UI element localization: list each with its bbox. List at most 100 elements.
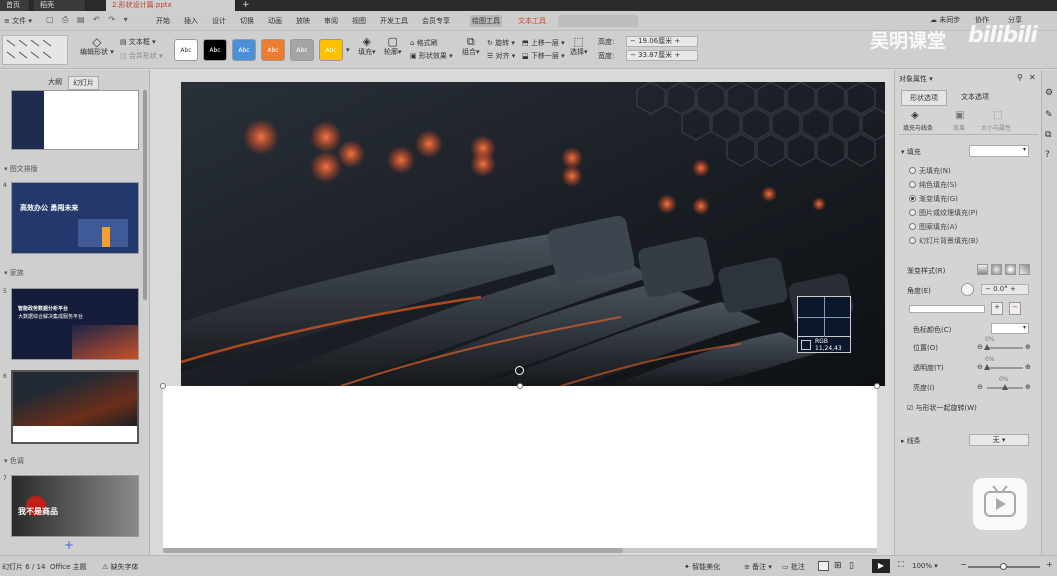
- menu-item-member[interactable]: 会员专享: [420, 15, 452, 27]
- menu-item-slideshow[interactable]: 放映: [294, 15, 312, 27]
- brightness-slider-knob[interactable]: [1002, 384, 1008, 390]
- zoom-out-button[interactable]: −: [960, 560, 967, 569]
- line-style-dropdown[interactable]: 无 ▾: [969, 434, 1029, 446]
- help-icon[interactable]: ?: [1045, 150, 1050, 160]
- height-input[interactable]: − 19.06厘米 +: [626, 36, 698, 47]
- gradient-radial-button[interactable]: [991, 264, 1002, 275]
- radio-no-fill[interactable]: 无填充(N): [909, 166, 951, 176]
- copy-icon[interactable]: ⧉: [1045, 130, 1051, 140]
- resize-handle-top-right[interactable]: [874, 383, 880, 389]
- section-header-layout[interactable]: ▾ 图文排版: [4, 164, 38, 174]
- shape-gallery[interactable]: [2, 35, 68, 65]
- tab-shape-options[interactable]: 形状选项: [901, 90, 947, 106]
- stop-color-dropdown[interactable]: ▾: [991, 323, 1029, 334]
- pin-icon[interactable]: ✎: [1045, 110, 1053, 120]
- select-button[interactable]: ⬚ 选择▾: [570, 36, 588, 57]
- menu-item-start[interactable]: 开始: [154, 15, 172, 27]
- tab-outline[interactable]: 大纲: [44, 76, 66, 88]
- brightness-slider[interactable]: [987, 384, 1023, 390]
- line-section-header[interactable]: ▸ 线条: [901, 436, 921, 446]
- add-slide-button[interactable]: +: [64, 538, 74, 552]
- group-button[interactable]: ⧉ 组合▾: [462, 36, 480, 57]
- style-swatch-orange[interactable]: Abc: [261, 39, 285, 61]
- file-menu[interactable]: ≡ 文件 ▾: [2, 15, 34, 27]
- rotate-button[interactable]: ↻ 旋转 ▾: [487, 38, 515, 48]
- position-increase-button[interactable]: ⊕: [1025, 343, 1031, 351]
- gradient-bar[interactable]: [909, 305, 985, 313]
- tab-slides[interactable]: 幻灯片: [68, 76, 99, 90]
- textbox-button[interactable]: ▤ 文本框 ▾: [120, 37, 156, 47]
- slide-thumbnail-3[interactable]: [11, 90, 139, 150]
- panel-pin-icon[interactable]: ⚲: [1017, 73, 1023, 82]
- rotate-handle-icon[interactable]: [515, 366, 524, 375]
- shape-effect-button[interactable]: ▣ 形状效果 ▾: [410, 51, 453, 61]
- fill-button[interactable]: ◈ 填充▾: [358, 36, 376, 57]
- transparency-decrease-button[interactable]: ⊖: [977, 363, 983, 371]
- menu-item-animation[interactable]: 动画: [266, 15, 284, 27]
- style-swatch-blue[interactable]: Abc: [232, 39, 256, 61]
- brightness-decrease-button[interactable]: ⊖: [977, 383, 983, 391]
- style-gallery-more[interactable]: ▾: [346, 45, 350, 55]
- tab-document[interactable]: 2.形状设计篇.pptx: [106, 0, 236, 11]
- normal-view-icon[interactable]: [818, 561, 829, 571]
- position-slider[interactable]: [984, 344, 1023, 350]
- menu-item-transition[interactable]: 切换: [238, 15, 256, 27]
- angle-input[interactable]: − 0.0° +: [981, 284, 1029, 295]
- tab-home[interactable]: 首页: [0, 0, 30, 11]
- style-swatch-black[interactable]: Abc: [203, 39, 227, 61]
- resize-handle-top-left[interactable]: [160, 383, 166, 389]
- properties-icon[interactable]: ⚙: [1045, 88, 1053, 98]
- zoom-level[interactable]: 100% ▾: [912, 562, 938, 570]
- style-swatch-gray[interactable]: Abc: [290, 39, 314, 61]
- radio-picture-fill[interactable]: 图片或纹理填充(P): [909, 208, 978, 218]
- scrollbar-thumb[interactable]: [163, 548, 623, 553]
- width-input[interactable]: − 33.87厘米 +: [626, 50, 698, 61]
- menu-item-design[interactable]: 设计: [210, 15, 228, 27]
- fill-section-header[interactable]: ▾ 填充: [901, 147, 921, 157]
- theme-name[interactable]: Office 主题: [50, 562, 87, 572]
- tab-docer[interactable]: 稻壳: [34, 0, 86, 11]
- section-header-tone[interactable]: ▾ 色调: [4, 456, 24, 466]
- canvas-horizontal-scrollbar[interactable]: [163, 548, 877, 553]
- tab-text-options[interactable]: 文本选项: [961, 92, 989, 102]
- brightness-increase-button[interactable]: ⊕: [1025, 383, 1031, 391]
- fill-color-dropdown[interactable]: ▾: [969, 145, 1029, 157]
- radio-pattern-fill[interactable]: 图案填充(A): [909, 222, 957, 232]
- comments-button[interactable]: ▭ 批注: [782, 562, 805, 572]
- radio-solid-fill[interactable]: 纯色填充(S): [909, 180, 957, 190]
- sync-status[interactable]: ☁ 未同步: [930, 15, 960, 25]
- remove-stop-icon[interactable]: −: [1009, 302, 1021, 315]
- send-backward-button[interactable]: ⬓ 下移一层 ▾: [522, 51, 565, 61]
- radio-gradient-fill[interactable]: 渐变填充(G): [909, 194, 958, 204]
- gradient-path-button[interactable]: [1019, 264, 1030, 275]
- missing-font-button[interactable]: ⚠ 缺失字体: [102, 562, 139, 572]
- zoom-slider-knob[interactable]: [1000, 563, 1007, 570]
- outline-button[interactable]: ▢ 轮廓▾: [384, 36, 402, 57]
- transparency-slider-knob[interactable]: [984, 364, 990, 370]
- quick-access-toolbar[interactable]: ▢ ⎙ ▤ ↶ ↷ ▾: [46, 15, 131, 25]
- gradient-rect-button[interactable]: [1005, 264, 1016, 275]
- bring-forward-button[interactable]: ⬒ 上移一层 ▾: [522, 38, 565, 48]
- rotate-with-shape-checkbox[interactable]: ☑ 与形状一起旋转(W): [907, 403, 977, 413]
- style-swatch-gold[interactable]: Abc: [319, 39, 343, 61]
- slide-thumbnail-6-selected[interactable]: [11, 370, 139, 444]
- search-box[interactable]: [558, 15, 638, 27]
- transparency-slider[interactable]: [984, 364, 1023, 370]
- align-button[interactable]: ☰ 对齐 ▾: [487, 51, 515, 61]
- add-stop-icon[interactable]: +: [991, 302, 1003, 315]
- menu-item-developer[interactable]: 开发工具: [378, 15, 410, 27]
- reading-view-icon[interactable]: ▯: [849, 561, 854, 571]
- slide-thumbnail-4[interactable]: 高效办公 勇闯未来: [11, 182, 139, 254]
- slides-scrollbar[interactable]: [143, 90, 147, 300]
- menu-item-drawing-tools[interactable]: 绘图工具: [470, 15, 502, 27]
- smart-beautify-button[interactable]: ✦ 智能美化: [684, 562, 720, 572]
- resize-handle-top-middle[interactable]: [517, 383, 523, 389]
- zoom-in-button[interactable]: +: [1046, 560, 1053, 569]
- slide-canvas[interactable]: RGB 11,24,43: [151, 70, 893, 555]
- subtab-fill-line[interactable]: 填充与线条: [903, 123, 933, 132]
- menu-item-view[interactable]: 视图: [350, 15, 368, 27]
- style-swatch-white[interactable]: Abc: [174, 39, 198, 61]
- merge-shape-button[interactable]: ◫ 合并形状 ▾: [120, 51, 163, 61]
- slide-thumbnail-7[interactable]: 我不是商品: [11, 475, 139, 537]
- sorter-view-icon[interactable]: ⊞: [834, 561, 842, 571]
